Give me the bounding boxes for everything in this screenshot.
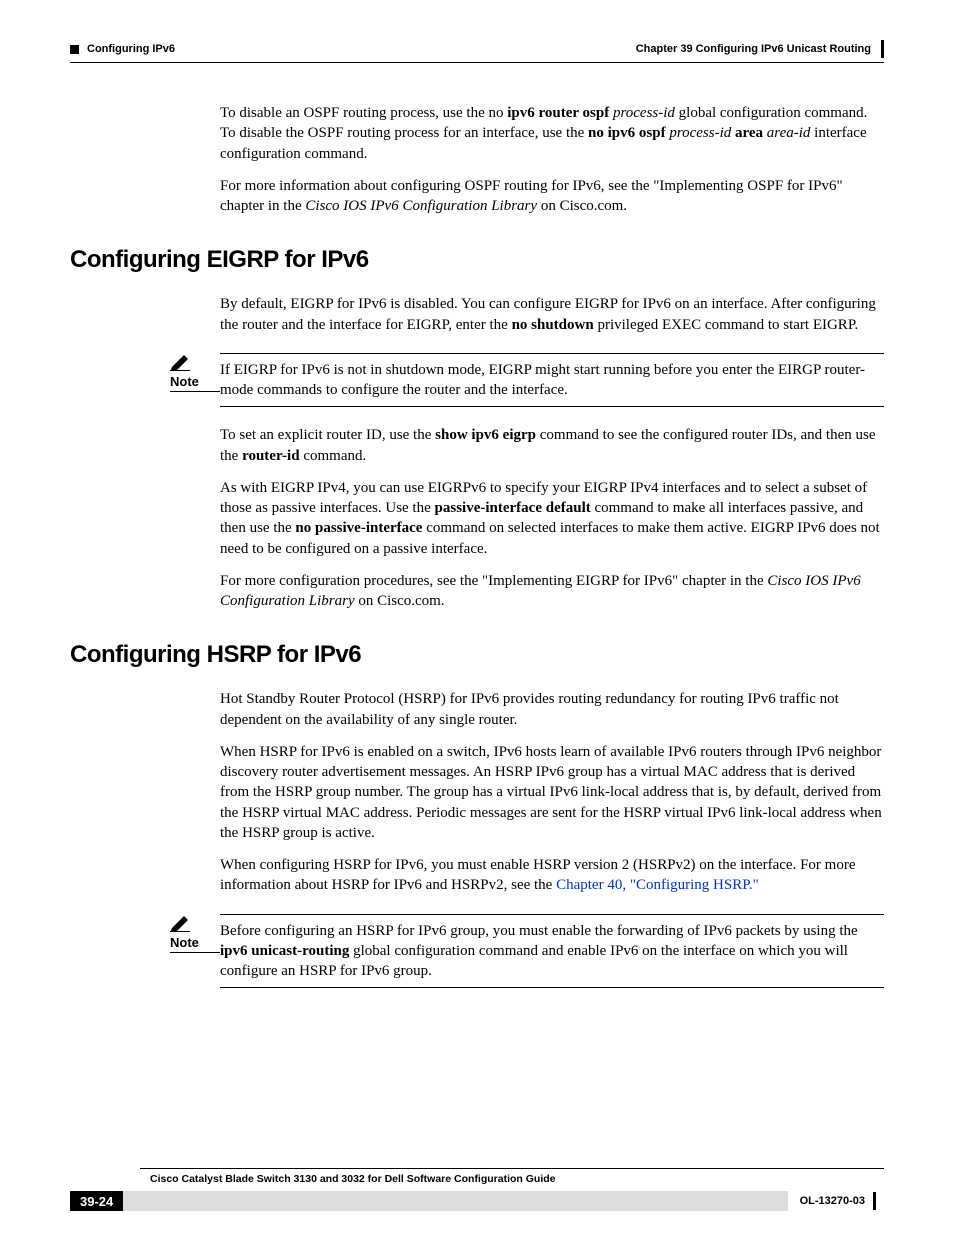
header-rule [70, 62, 884, 63]
footer-page-number: 39-24 [70, 1191, 123, 1211]
eigrp-passive-paragraph: As with EIGRP IPv4, you can use EIGRPv6 … [220, 478, 884, 559]
link-chapter40[interactable]: Chapter 40, "Configuring HSRP." [556, 877, 759, 893]
header-chapter: Chapter 39 Configuring IPv6 Unicast Rout… [636, 43, 871, 55]
note-label: Note [170, 374, 220, 392]
eigrp-routerid-paragraph: To set an explicit router ID, use the sh… [220, 425, 884, 466]
note-hsrp: Note Before configuring an HSRP for IPv6… [170, 914, 884, 989]
note-label: Note [170, 935, 220, 953]
note-eigrp: Note If EIGRP for IPv6 is not in shutdow… [170, 353, 884, 408]
hsrp-intro-paragraph: Hot Standby Router Protocol (HSRP) for I… [220, 689, 884, 730]
page-footer: Cisco Catalyst Blade Switch 3130 and 303… [70, 1168, 884, 1211]
footer-gray-bar [123, 1191, 787, 1211]
eigrp-moreinfo-paragraph: For more configuration procedures, see t… [220, 571, 884, 612]
header-bar-icon [881, 40, 884, 58]
note-eigrp-text: If EIGRP for IPv6 is not in shutdown mod… [220, 353, 884, 408]
footer-title: Cisco Catalyst Blade Switch 3130 and 303… [150, 1173, 884, 1185]
footer-bar-icon [873, 1192, 876, 1210]
note-hsrp-text: Before configuring an HSRP for IPv6 grou… [220, 914, 884, 989]
eigrp-intro-paragraph: By default, EIGRP for IPv6 is disabled. … [220, 294, 884, 335]
pencil-icon [170, 353, 194, 371]
header-square-icon [70, 45, 79, 54]
pencil-icon [170, 914, 194, 932]
heading-eigrp: Configuring EIGRP for IPv6 [70, 246, 884, 274]
hsrp-detail-paragraph: When HSRP for IPv6 is enabled on a switc… [220, 742, 884, 843]
ospf-disable-paragraph: To disable an OSPF routing process, use … [220, 103, 884, 164]
heading-hsrp: Configuring HSRP for IPv6 [70, 641, 884, 669]
page-header: Configuring IPv6 Chapter 39 Configuring … [70, 40, 884, 58]
footer-doc-code: OL-13270-03 [800, 1195, 865, 1207]
hsrp-version-paragraph: When configuring HSRP for IPv6, you must… [220, 855, 884, 896]
header-section: Configuring IPv6 [87, 43, 175, 55]
ospf-moreinfo-paragraph: For more information about configuring O… [220, 176, 884, 217]
